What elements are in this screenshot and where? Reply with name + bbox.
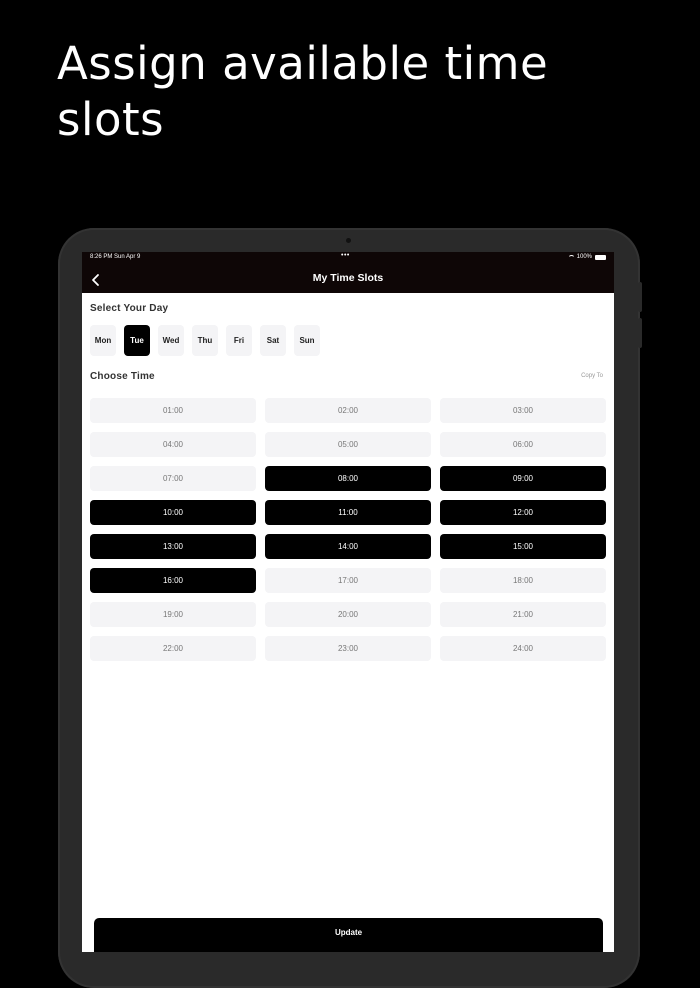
time-slot[interactable]: 10:00 <box>90 500 256 525</box>
time-slot[interactable]: 17:00 <box>265 568 431 593</box>
time-slot[interactable]: 12:00 <box>440 500 606 525</box>
time-slot[interactable]: 08:00 <box>265 466 431 491</box>
day-wed[interactable]: Wed <box>158 325 184 356</box>
status-right: 100% <box>567 254 606 260</box>
time-slot[interactable]: 04:00 <box>90 432 256 457</box>
time-slot[interactable]: 16:00 <box>90 568 256 593</box>
time-slot[interactable]: 23:00 <box>265 636 431 661</box>
day-sun[interactable]: Sun <box>294 325 320 356</box>
marketing-headline: Assign available time slots <box>57 37 549 146</box>
volume-up-button <box>638 282 642 312</box>
time-slot[interactable]: 02:00 <box>265 398 431 423</box>
time-slot-grid: 01:00 02:00 03:00 04:00 05:00 06:00 07:0… <box>90 398 606 661</box>
day-tue[interactable]: Tue <box>124 325 150 356</box>
time-slot[interactable]: 06:00 <box>440 432 606 457</box>
volume-down-button <box>638 318 642 348</box>
camera-icon <box>346 238 351 243</box>
time-slot[interactable]: 15:00 <box>440 534 606 559</box>
time-slot[interactable]: 18:00 <box>440 568 606 593</box>
time-slot[interactable]: 24:00 <box>440 636 606 661</box>
nav-bar: My Time Slots <box>82 264 614 293</box>
time-slot[interactable]: 21:00 <box>440 602 606 627</box>
time-slot[interactable]: 13:00 <box>90 534 256 559</box>
time-slot[interactable]: 20:00 <box>265 602 431 627</box>
day-selector: Mon Tue Wed Thu Fri Sat Sun <box>90 325 320 356</box>
time-slot[interactable]: 03:00 <box>440 398 606 423</box>
copy-to-link[interactable]: Copy To <box>581 373 603 379</box>
time-slot[interactable]: 07:00 <box>90 466 256 491</box>
time-slot[interactable]: 09:00 <box>440 466 606 491</box>
page-title: My Time Slots <box>312 272 384 284</box>
multitask-dots[interactable]: ••• <box>341 252 350 259</box>
choose-time-label: Choose Time <box>90 371 155 382</box>
time-slot[interactable]: 11:00 <box>265 500 431 525</box>
day-fri[interactable]: Fri <box>226 325 252 356</box>
day-mon[interactable]: Mon <box>90 325 116 356</box>
battery-icon <box>595 254 606 260</box>
time-slot[interactable]: 14:00 <box>265 534 431 559</box>
battery-percent: 100% <box>576 254 592 260</box>
select-day-label: Select Your Day <box>90 303 169 314</box>
wifi-icon <box>567 254 575 260</box>
status-bar: 8:26 PM Sun Apr 9 ••• 100% <box>82 252 614 264</box>
day-sat[interactable]: Sat <box>260 325 286 356</box>
day-thu[interactable]: Thu <box>192 325 218 356</box>
update-button[interactable]: Update <box>94 918 603 952</box>
status-time: 8:26 PM Sun Apr 9 <box>90 254 141 260</box>
time-slot[interactable]: 19:00 <box>90 602 256 627</box>
time-slot[interactable]: 01:00 <box>90 398 256 423</box>
time-slot[interactable]: 05:00 <box>265 432 431 457</box>
app-screen: 8:26 PM Sun Apr 9 ••• 100% My Time Slots… <box>82 252 614 952</box>
time-slot[interactable]: 22:00 <box>90 636 256 661</box>
